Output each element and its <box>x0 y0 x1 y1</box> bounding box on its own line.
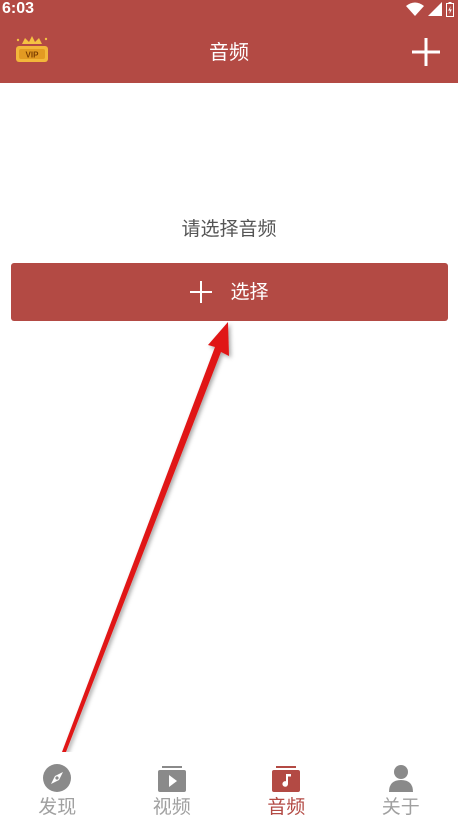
select-audio-prompt: 请选择音频 <box>181 218 277 240</box>
app-screen: 6:03 VIP 音频 请选择音频 选择 发现 视频 音频 关于 <box>0 0 458 820</box>
page-title: 音频 <box>209 40 249 64</box>
signal-icon <box>428 2 442 16</box>
nav-label: 音频 <box>267 796 306 818</box>
nav-item-audio[interactable]: 音频 <box>229 752 344 820</box>
music-icon <box>272 766 301 792</box>
nav-label: 发现 <box>38 796 77 818</box>
plus-icon <box>412 38 440 66</box>
wifi-icon <box>406 2 424 16</box>
nav-item-about[interactable]: 关于 <box>344 752 458 820</box>
status-icons <box>406 1 454 17</box>
select-audio-button[interactable]: 选择 <box>11 263 448 321</box>
battery-icon <box>446 1 454 17</box>
nav-label: 视频 <box>152 796 191 818</box>
bottom-nav: 发现 视频 音频 关于 <box>0 752 458 820</box>
nav-item-video[interactable]: 视频 <box>115 752 230 820</box>
annotation-arrow <box>62 322 229 752</box>
app-header: 6:03 VIP 音频 <box>0 0 458 83</box>
status-bar: 6:03 <box>0 0 458 20</box>
person-icon <box>388 765 413 792</box>
add-button[interactable] <box>410 36 442 68</box>
nav-item-discover[interactable]: 发现 <box>0 752 115 820</box>
compass-icon <box>43 764 72 792</box>
status-time: 6:03 <box>2 0 35 17</box>
nav-label: 关于 <box>381 796 420 818</box>
plus-icon <box>190 281 213 303</box>
video-icon <box>157 766 186 792</box>
toolbar: VIP 音频 <box>0 20 458 83</box>
select-button-label: 选择 <box>230 281 269 303</box>
